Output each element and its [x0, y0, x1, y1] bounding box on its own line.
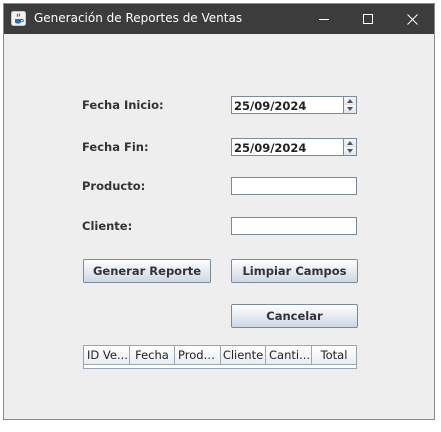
- column-header-total[interactable]: Total: [312, 346, 356, 364]
- fecha-fin-input[interactable]: [231, 138, 343, 156]
- close-button[interactable]: [390, 4, 434, 34]
- arrow-up-icon: [347, 99, 353, 103]
- app-window: Generación de Reportes de Ventas Fecha I…: [3, 3, 435, 420]
- spin-down-button[interactable]: [344, 105, 356, 113]
- fecha-inicio-input[interactable]: [231, 96, 343, 114]
- arrow-down-icon: [347, 107, 353, 111]
- producto-input[interactable]: [231, 177, 357, 195]
- arrow-down-icon: [347, 149, 353, 153]
- column-header-fecha[interactable]: Fecha: [130, 346, 175, 364]
- close-icon: [406, 13, 418, 25]
- generar-reporte-button[interactable]: Generar Reporte: [83, 259, 211, 283]
- column-header-cliente[interactable]: Cliente: [221, 346, 266, 364]
- producto-label: Producto:: [82, 179, 146, 193]
- fecha-inicio-spinner[interactable]: [231, 96, 357, 114]
- java-cup-icon: [11, 11, 26, 26]
- window-title: Generación de Reportes de Ventas: [34, 11, 243, 25]
- column-header-cantidad[interactable]: Canti...: [266, 346, 312, 364]
- minimize-button[interactable]: [302, 4, 346, 34]
- fecha-fin-label: Fecha Fin:: [82, 140, 149, 154]
- cancelar-button[interactable]: Cancelar: [231, 304, 358, 328]
- maximize-icon: [363, 14, 373, 24]
- fecha-inicio-spin-buttons: [343, 96, 357, 114]
- maximize-button[interactable]: [346, 4, 390, 34]
- column-header-producto[interactable]: Produ...: [175, 346, 221, 364]
- arrow-up-icon: [347, 141, 353, 145]
- fecha-inicio-label: Fecha Inicio:: [82, 98, 164, 112]
- column-header-id-venta[interactable]: ID Ve...: [84, 346, 130, 364]
- fecha-fin-spin-buttons: [343, 138, 357, 156]
- fecha-fin-spinner[interactable]: [231, 138, 357, 156]
- minimize-icon: [319, 19, 329, 20]
- cliente-label: Cliente:: [82, 219, 133, 233]
- spin-down-button[interactable]: [344, 147, 356, 155]
- title-bar[interactable]: Generación de Reportes de Ventas: [4, 4, 434, 34]
- ventas-table[interactable]: ID Ve... Fecha Produ... Cliente Canti...…: [83, 345, 357, 369]
- table-header: ID Ve... Fecha Produ... Cliente Canti...…: [84, 346, 356, 365]
- limpiar-campos-button[interactable]: Limpiar Campos: [231, 259, 358, 283]
- cliente-input[interactable]: [231, 217, 357, 235]
